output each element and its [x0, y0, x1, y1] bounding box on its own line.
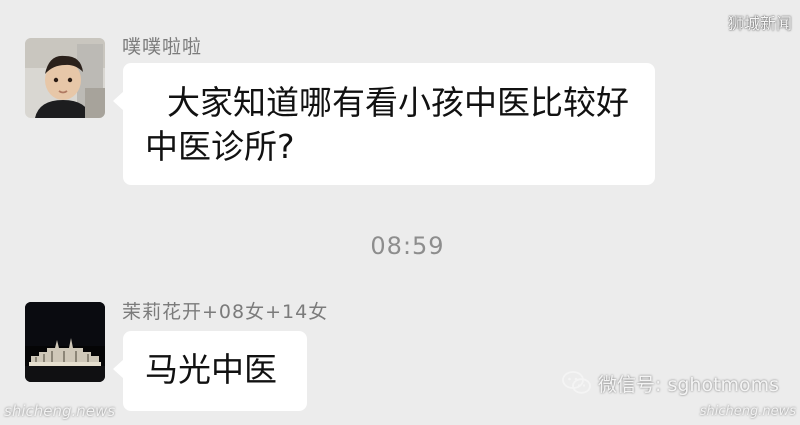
watermark-bottom-left: shicheng.news [4, 402, 116, 420]
message-text-line: 大家知道哪有看小孩中医比较好 [167, 83, 629, 122]
avatar-sender-1[interactable] [25, 38, 105, 118]
wechat-id-label: 微信号: sghotmoms [598, 373, 780, 396]
night-building-photo-icon [25, 302, 105, 382]
sender-name: 茉莉花开+08女+14女 [122, 301, 329, 323]
watermark-bottom-right: shicheng.news [699, 404, 796, 419]
wechat-watermark: 微信号: sghotmoms [562, 368, 779, 398]
message-timestamp: 08:59 [370, 232, 445, 260]
avatar-sender-2[interactable] [25, 302, 105, 382]
message-text-line: 马光中医 [145, 350, 277, 389]
sender-name: 噗噗啦啦 [122, 36, 203, 58]
watermark-top-right: 狮城新闻 [727, 14, 792, 33]
message-bubble[interactable]: 大家知道哪有看小孩中医比较好 中医诊所? [113, 63, 655, 185]
message-text-line: 中医诊所? [145, 127, 295, 166]
toddler-photo-icon [25, 38, 105, 118]
wechat-icon [562, 370, 592, 396]
message-bubble[interactable]: 马光中医 [113, 331, 307, 411]
